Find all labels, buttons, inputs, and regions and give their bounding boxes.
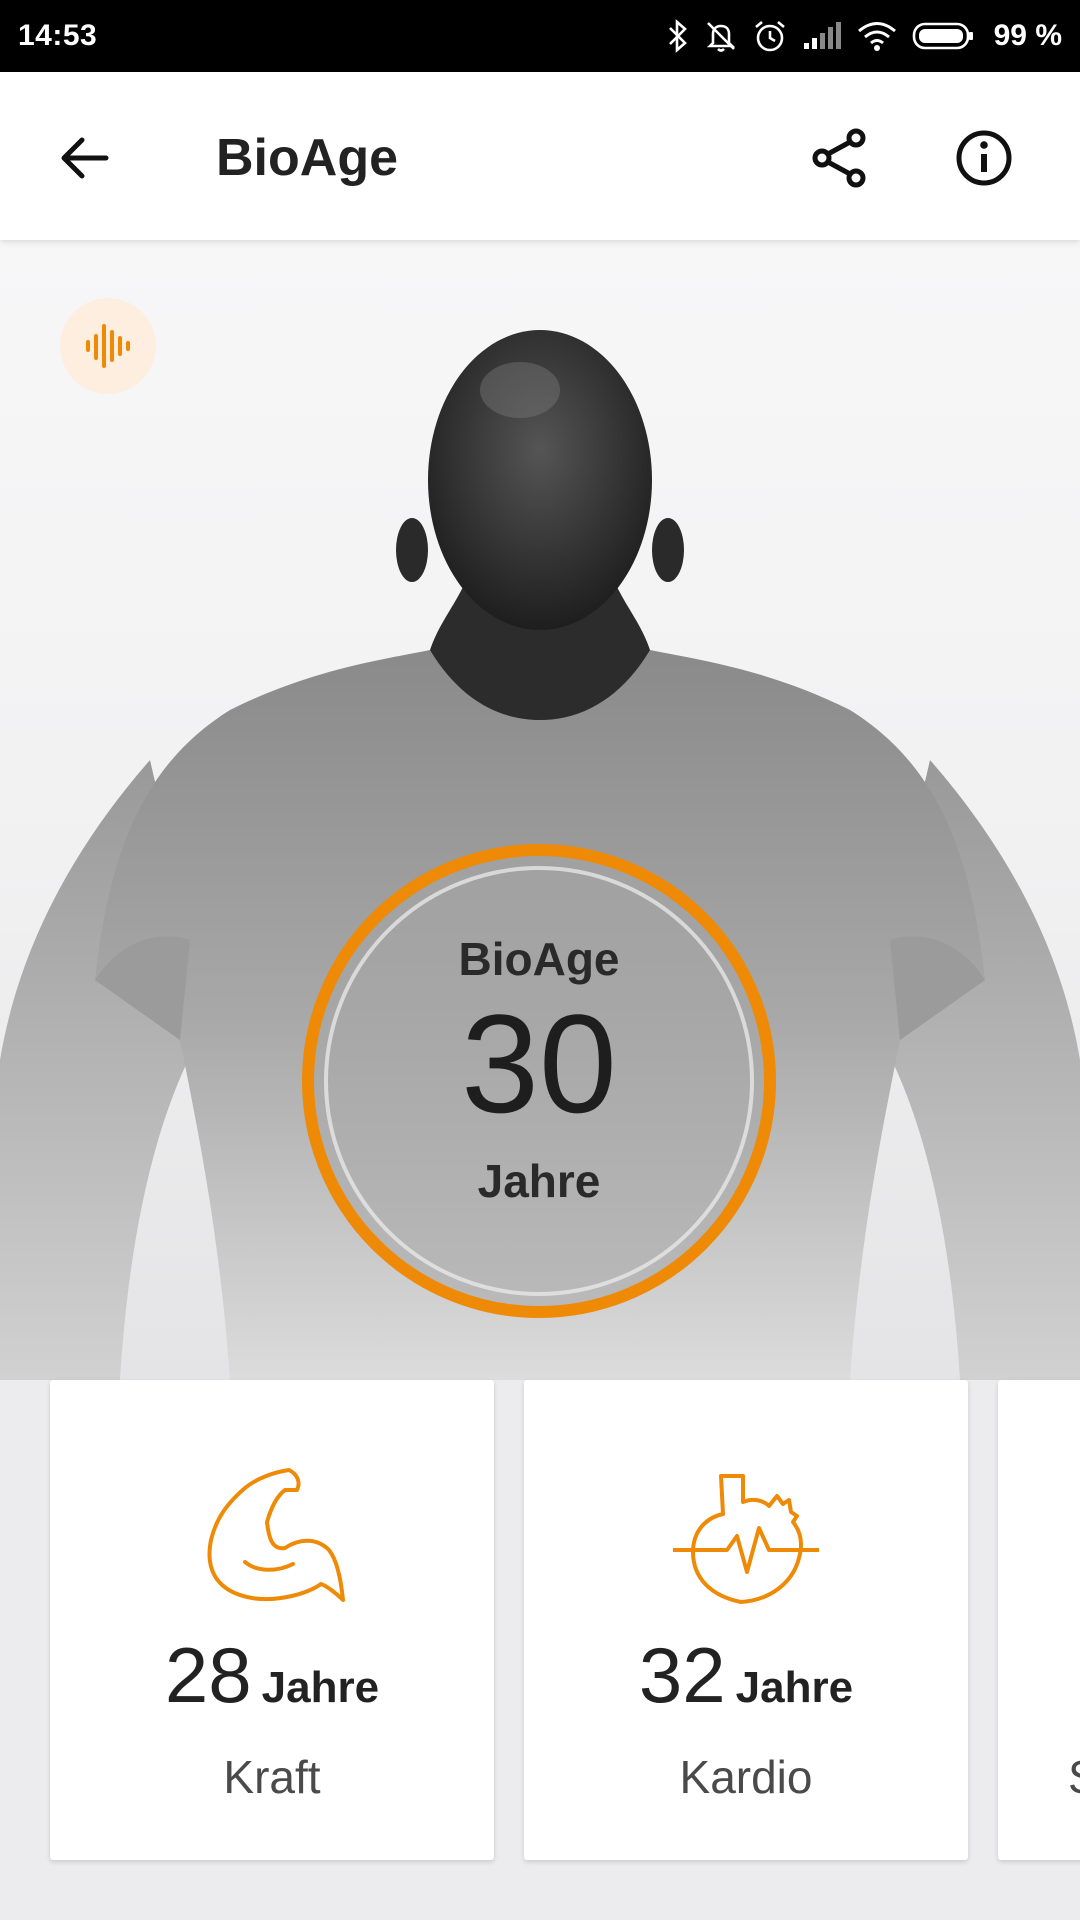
audio-button[interactable]	[60, 298, 156, 394]
alarm-icon	[752, 18, 788, 54]
card-kraft[interactable]: 28 Jahre Kraft	[50, 1380, 494, 1860]
bluetooth-icon	[666, 19, 690, 53]
wifi-icon	[856, 20, 898, 52]
status-time: 14:53	[18, 19, 98, 52]
kardio-value-row: 32 Jahre	[524, 1630, 968, 1721]
share-button[interactable]	[802, 120, 878, 196]
info-button[interactable]	[946, 120, 1022, 196]
audio-wave-icon	[86, 324, 130, 368]
battery-icon	[912, 21, 974, 51]
kardio-value: 32	[638, 1631, 726, 1719]
bioage-score-circle: BioAge 30 Jahre	[302, 844, 776, 1318]
bell-muted-icon	[704, 19, 738, 53]
heart-pulse-icon	[673, 1474, 819, 1604]
info-icon	[956, 130, 1012, 186]
partial-card-label: S	[1068, 1750, 1080, 1804]
arrow-left-icon	[61, 137, 109, 179]
muscle-arm-icon	[207, 1468, 345, 1602]
kraft-value-row: 28 Jahre	[50, 1630, 494, 1721]
kraft-label: Kraft	[223, 1751, 321, 1803]
kardio-unit: Jahre	[735, 1663, 854, 1712]
kraft-value: 28	[164, 1631, 252, 1719]
battery-percent: 99 %	[993, 19, 1062, 52]
card-kardio[interactable]: 32 Jahre Kardio	[524, 1380, 968, 1860]
kardio-label: Kardio	[679, 1751, 813, 1803]
bioage-inner-ring	[324, 866, 754, 1296]
card-partial[interactable]: S	[998, 1380, 1080, 1860]
share-icon	[812, 128, 866, 188]
app-bar: BioAge	[0, 72, 1080, 240]
status-icons: 99 %	[666, 18, 1062, 54]
bioage-screen: 14:53 99 % BioAge BioAge 30 Jahre 28 Jah…	[0, 0, 1080, 1920]
signal-icon	[802, 21, 842, 51]
back-button[interactable]	[48, 122, 120, 194]
status-bar: 14:53 99 %	[0, 0, 1080, 72]
kraft-unit: Jahre	[261, 1663, 380, 1712]
page-title: BioAge	[216, 129, 398, 187]
